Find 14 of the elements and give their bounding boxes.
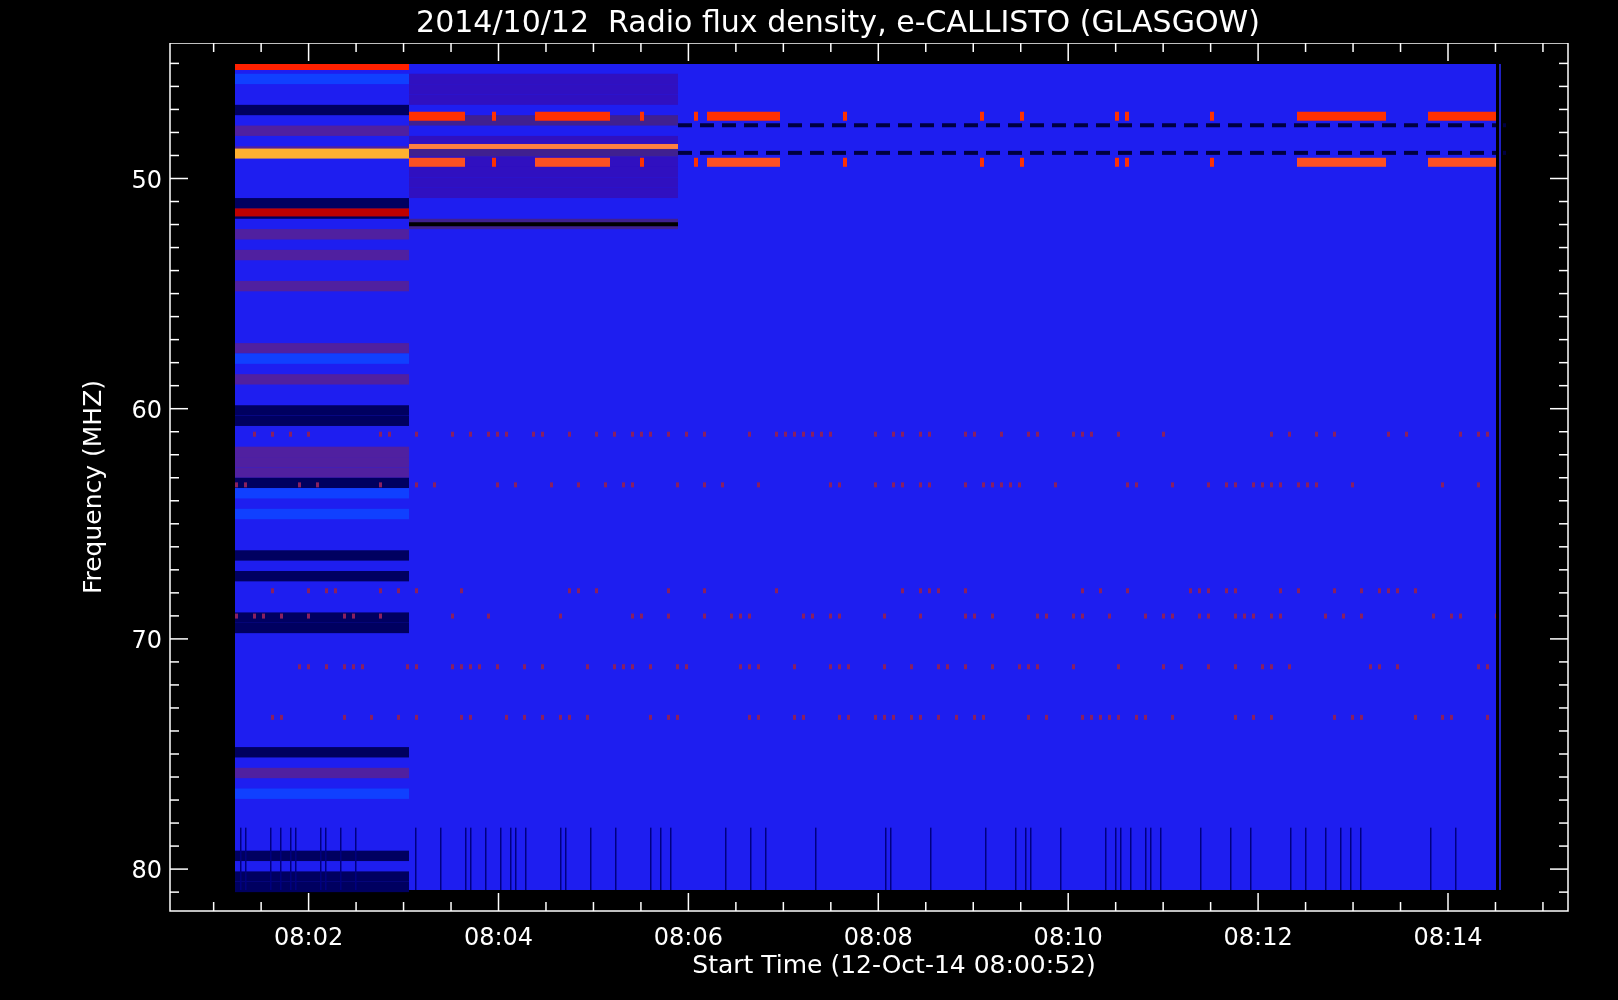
x-tick-label: 08:10 <box>1033 923 1103 951</box>
x-axis-label: Start Time (12-Oct-14 08:00:52) <box>692 950 1096 979</box>
x-tick-label: 08:04 <box>463 923 534 951</box>
x-tick-label: 08:12 <box>1223 923 1293 951</box>
y-tick-label: 50 <box>131 165 162 194</box>
x-tick-label: 08:02 <box>274 923 344 951</box>
y-axis-label: Frequency (MHZ) <box>78 379 107 595</box>
y-tick-label: 60 <box>131 395 162 424</box>
y-tick-label: 70 <box>131 625 162 654</box>
x-tick-label: 08:06 <box>653 923 723 951</box>
x-tick-label: 08:14 <box>1413 923 1483 951</box>
y-tick-label: 80 <box>131 856 162 885</box>
x-tick-label: 08:08 <box>843 923 913 951</box>
chart-title: 2014/10/12 Radio flux density, e-CALLISTO (GLASGOW) <box>416 3 1260 41</box>
